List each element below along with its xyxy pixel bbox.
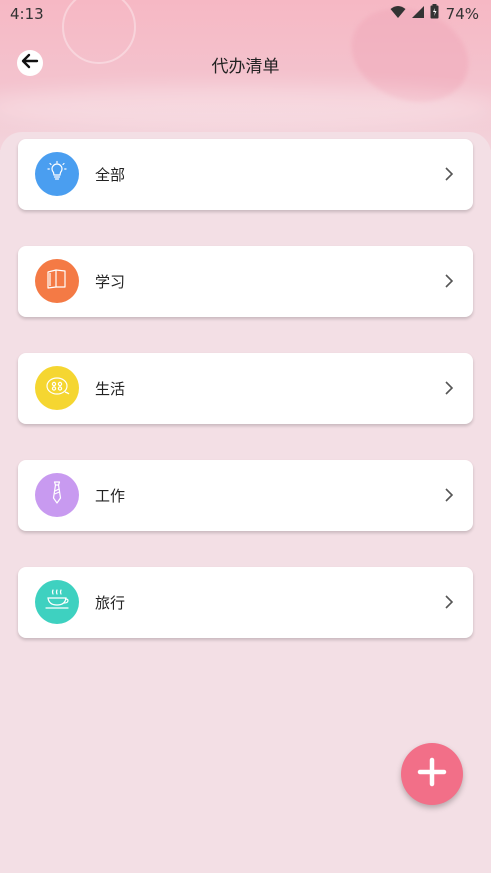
category-card-life[interactable]: 生活: [18, 353, 473, 424]
status-time: 4:13: [10, 5, 44, 23]
chevron-right-icon: [444, 380, 454, 400]
category-icon-circle: [35, 259, 79, 303]
chevron-right-icon: [444, 594, 454, 614]
category-card-all[interactable]: 全部: [18, 139, 473, 210]
chevron-right-icon: [444, 273, 454, 293]
wifi-icon: [390, 5, 406, 23]
lightbulb-icon: [45, 160, 69, 188]
category-card-travel[interactable]: 旅行: [18, 567, 473, 638]
coffee-cup-icon: [44, 588, 70, 616]
battery-percent: 74%: [445, 4, 479, 23]
battery-icon: [430, 4, 439, 23]
add-list-button[interactable]: [401, 743, 463, 805]
category-label: 旅行: [95, 594, 126, 612]
category-icon-circle: [35, 580, 79, 624]
category-icon-circle: [35, 152, 79, 196]
category-label: 工作: [95, 487, 126, 505]
status-bar: 4:13 74%: [0, 0, 491, 28]
chevron-right-icon: [444, 166, 454, 186]
signal-icon: [411, 5, 425, 23]
decor-haze: [0, 85, 491, 130]
category-label: 学习: [95, 273, 126, 291]
plus-icon: [417, 757, 447, 791]
category-label: 全部: [95, 166, 126, 184]
book-icon: [45, 267, 69, 295]
category-icon-circle: [35, 473, 79, 517]
category-icon-circle: [35, 366, 79, 410]
category-card-work[interactable]: 工作: [18, 460, 473, 531]
donut-icon: [44, 373, 70, 403]
category-card-study[interactable]: 学习: [18, 246, 473, 317]
category-label: 生活: [95, 380, 126, 398]
page-title: 代办清单: [211, 57, 280, 77]
chevron-right-icon: [444, 487, 454, 507]
tie-icon: [45, 480, 69, 510]
